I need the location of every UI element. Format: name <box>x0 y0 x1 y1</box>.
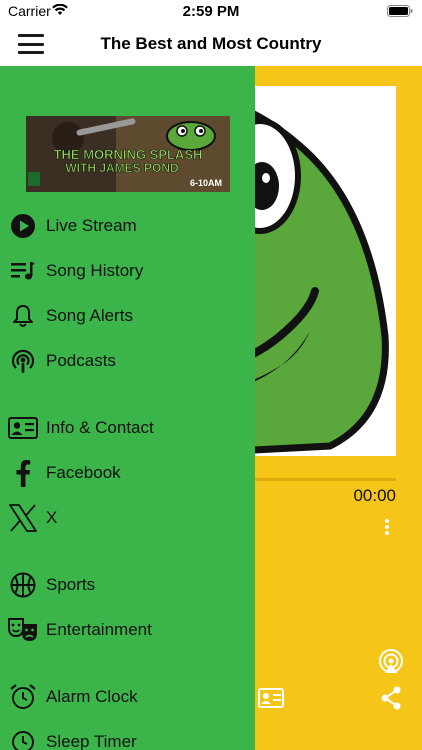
drawer-item-label: Facebook <box>46 463 121 482</box>
podcast-icon <box>11 349 35 373</box>
status-bar: Carrier 2:59 PM <box>0 0 422 24</box>
contact-card-icon[interactable] <box>258 688 284 708</box>
banner-line-1: THE MORNING SPLASH <box>54 147 203 162</box>
drawer-item-sleep-timer[interactable]: Sleep Timer <box>0 722 255 750</box>
play-circle-icon <box>11 214 35 238</box>
sleep-timer-icon <box>12 731 34 750</box>
more-options-icon[interactable] <box>384 518 390 536</box>
time-remaining: 00:00 <box>353 486 396 505</box>
page-title: The Best and Most Country <box>100 34 322 53</box>
theater-masks-icon <box>8 618 37 641</box>
drawer-item-label: Song History <box>46 261 144 280</box>
battery-icon <box>387 5 413 17</box>
banner-line-2: WITH JAMES POND <box>65 161 179 175</box>
drawer-item-info-contact[interactable]: Info & Contact <box>0 408 255 448</box>
basketball-icon <box>10 572 36 598</box>
bell-icon <box>13 305 33 327</box>
drawer-item-live-stream[interactable]: Live Stream <box>0 206 255 246</box>
playlist-icon <box>11 262 35 280</box>
drawer-item-label: Song Alerts <box>46 306 133 325</box>
drawer-item-facebook[interactable]: Facebook <box>0 453 255 493</box>
drawer-item-label: Entertainment <box>46 620 152 639</box>
drawer-item-label: X <box>46 508 58 527</box>
alarm-clock-icon <box>10 684 36 709</box>
contact-card-icon <box>8 417 38 439</box>
banner-hours: 6-10AM <box>190 178 222 188</box>
drawer-item-song-alerts[interactable]: Song Alerts <box>0 296 255 336</box>
drawer-item-label: Podcasts <box>46 351 116 370</box>
drawer-item-song-history[interactable]: Song History <box>0 251 255 291</box>
drawer-item-entertainment[interactable]: Entertainment <box>0 610 255 650</box>
drawer-item-alarm-clock[interactable]: Alarm Clock <box>0 677 255 717</box>
status-time: 2:59 PM <box>182 3 240 20</box>
drawer-item-label: Info & Contact <box>46 418 154 437</box>
drawer-item-podcasts[interactable]: Podcasts <box>0 341 255 381</box>
navigation-drawer: THE MORNING SPLASH WITH JAMES POND 6-10A… <box>0 66 255 750</box>
drawer-item-label: Sports <box>46 575 96 594</box>
drawer-item-label: Alarm Clock <box>46 687 138 706</box>
show-banner: THE MORNING SPLASH WITH JAMES POND 6-10A… <box>26 116 230 192</box>
share-icon[interactable] <box>380 686 402 710</box>
morning-show-banner-image: THE MORNING SPLASH WITH JAMES POND 6-10A… <box>26 116 230 192</box>
drawer-item-sports[interactable]: Sports <box>0 565 255 605</box>
facebook-icon <box>16 460 31 487</box>
drawer-item-x[interactable]: X <box>0 498 255 538</box>
airplay-icon[interactable] <box>378 648 404 674</box>
nav-bar: The Best and Most Country <box>0 24 422 66</box>
drawer-item-label: Live Stream <box>46 216 137 235</box>
drawer-item-label: Sleep Timer <box>46 732 137 750</box>
x-logo-icon <box>9 504 37 532</box>
